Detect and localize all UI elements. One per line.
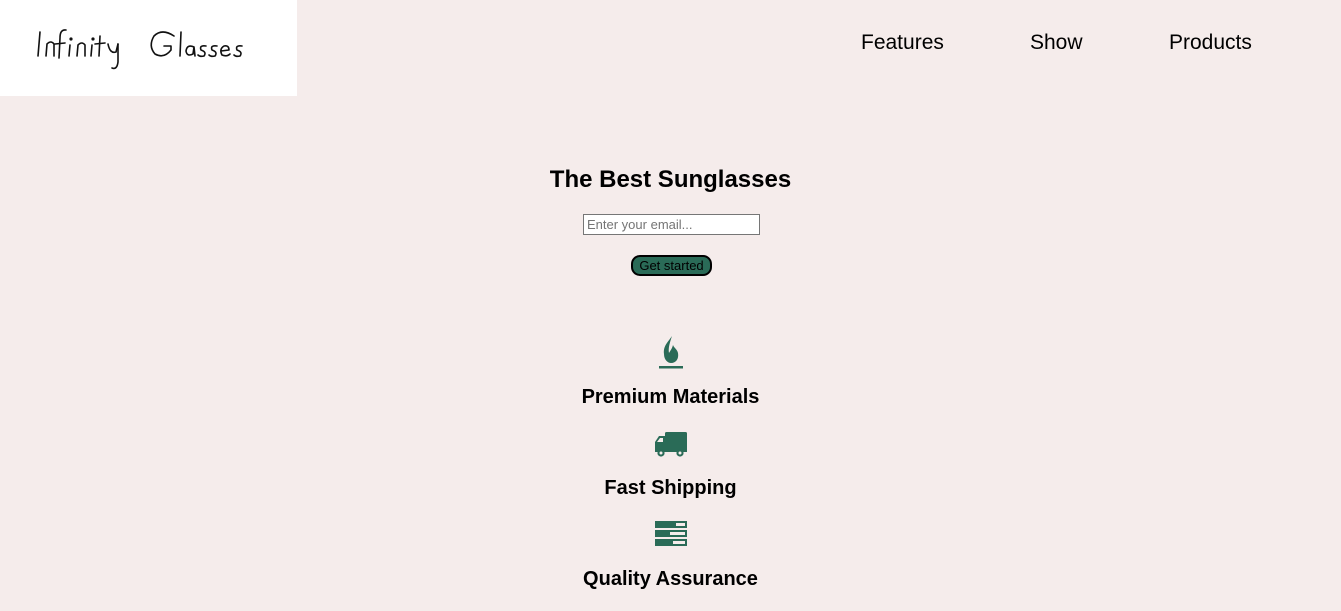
site-header: Infinity Glasses Features Show Products <box>0 0 1341 96</box>
battery-icon <box>654 521 687 546</box>
logo-text: Infinity Glasses <box>0 0 1 1</box>
feature-title-shipping: Fast Shipping <box>604 477 737 499</box>
truck-icon <box>654 432 687 457</box>
nav-link-show[interactable]: Show <box>1030 31 1083 55</box>
hero-title: The Best Sunglasses <box>549 166 792 193</box>
email-input[interactable] <box>583 214 760 235</box>
feature-item-premium <box>0 334 1341 370</box>
get-started-button[interactable]: Get started <box>631 255 712 276</box>
feature-title-premium: Premium Materials <box>581 386 760 408</box>
feature-item-quality <box>0 520 1341 548</box>
fire-icon <box>658 336 683 369</box>
feature-item-shipping <box>0 430 1341 458</box>
main-nav: Features Show Products <box>0 31 1341 57</box>
feature-title-quality: Quality Assurance <box>583 568 758 590</box>
nav-link-features[interactable]: Features <box>861 31 944 55</box>
nav-link-products[interactable]: Products <box>1169 31 1252 55</box>
